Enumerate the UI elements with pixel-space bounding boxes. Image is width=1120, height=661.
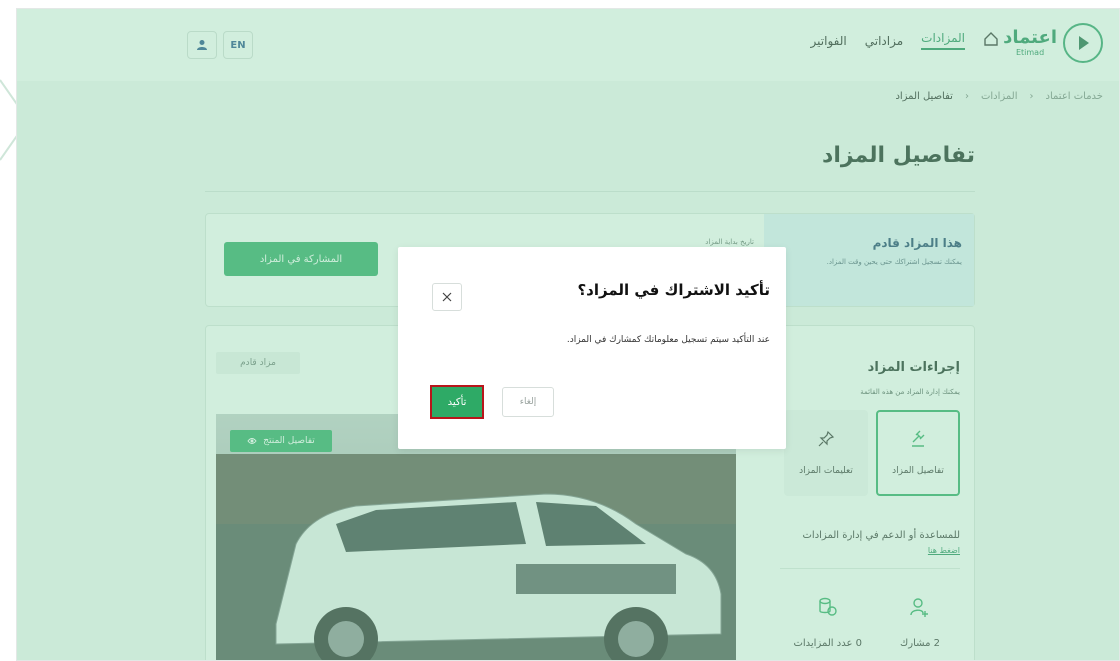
close-button[interactable] (432, 283, 462, 311)
confirm-button[interactable]: تأكيد (430, 385, 484, 419)
confirm-dialog: تأكيد الاشتراك في المزاد؟ عند التأكيد سي… (398, 247, 786, 449)
app-frame: اعتماد Etimad المزادات مزاداتي الفواتير … (16, 8, 1120, 661)
dialog-message: عند التأكيد سيتم تسجيل معلوماتك كمشارك ف… (566, 335, 770, 345)
dialog-title: تأكيد الاشتراك في المزاد؟ (577, 281, 770, 299)
close-icon (442, 292, 452, 302)
cancel-button[interactable]: إلغاء (502, 387, 554, 417)
